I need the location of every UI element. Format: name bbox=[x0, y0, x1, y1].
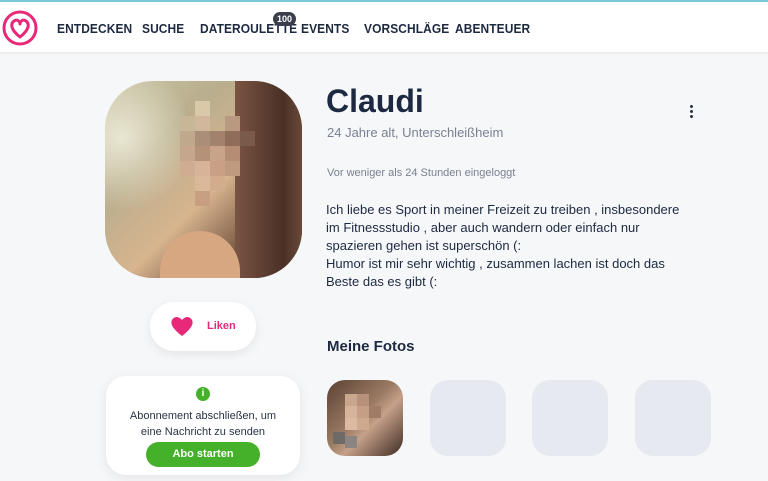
heart-logo-icon[interactable] bbox=[2, 10, 38, 46]
nav-events[interactable]: EVENTS bbox=[301, 21, 349, 36]
more-options-icon[interactable] bbox=[684, 103, 700, 121]
bio-line: Humor ist mir sehr wichtig , zusammen la… bbox=[326, 256, 665, 271]
like-label: Liken bbox=[207, 320, 236, 332]
nav-entdecken[interactable]: ENTDECKEN bbox=[57, 21, 132, 36]
profile-name: Claudi bbox=[326, 83, 424, 119]
photo-skin-area bbox=[160, 231, 240, 278]
dateroulette-count-badge: 100 bbox=[273, 12, 297, 26]
nav-abenteuer[interactable]: ABENTEUER bbox=[455, 21, 530, 36]
heart-icon bbox=[171, 317, 193, 336]
subscription-message-line: Abonnement abschließen, um bbox=[129, 410, 277, 422]
profile-age-location: 24 Jahre alt, Unterschleißheim bbox=[327, 125, 504, 140]
photo-placeholder[interactable] bbox=[532, 380, 608, 456]
bio-line: Beste das es gibt (: bbox=[326, 274, 438, 289]
info-icon: i bbox=[196, 387, 210, 401]
bio-line: Ich liebe es Sport in meiner Freizeit zu… bbox=[326, 202, 680, 217]
profile-bio: Ich liebe es Sport in meiner Freizeit zu… bbox=[326, 201, 726, 291]
bio-line: spazieren gehen ist superschön (: bbox=[326, 238, 522, 253]
profile-photo[interactable] bbox=[105, 81, 302, 278]
photo-placeholder[interactable] bbox=[430, 380, 506, 456]
like-button[interactable]: Liken bbox=[150, 302, 256, 351]
top-navigation-bar: ENTDECKEN SUCHE DATEROULETTE 100 EVENTS … bbox=[0, 0, 768, 52]
nav-suche[interactable]: SUCHE bbox=[142, 21, 184, 36]
subscription-message: Abonnement abschließen, um eine Nachrich… bbox=[106, 408, 300, 440]
bio-line: im Fitnessstudio , aber auch wandern ode… bbox=[326, 220, 640, 235]
start-subscription-button[interactable]: Abo starten bbox=[146, 442, 260, 467]
pixelated-face bbox=[165, 101, 255, 221]
subscription-message-line: eine Nachricht zu senden bbox=[140, 426, 266, 438]
photo-thumbnail[interactable] bbox=[327, 380, 403, 456]
subscription-card: i Abonnement abschließen, um eine Nachri… bbox=[106, 376, 300, 475]
nav-vorschlaege[interactable]: VORSCHLÄGE bbox=[364, 21, 449, 36]
last-online-status: Vor weniger als 24 Stunden eingeloggt bbox=[327, 167, 516, 179]
photo-placeholder[interactable] bbox=[635, 380, 711, 456]
photos-section-title: Meine Fotos bbox=[327, 338, 415, 355]
